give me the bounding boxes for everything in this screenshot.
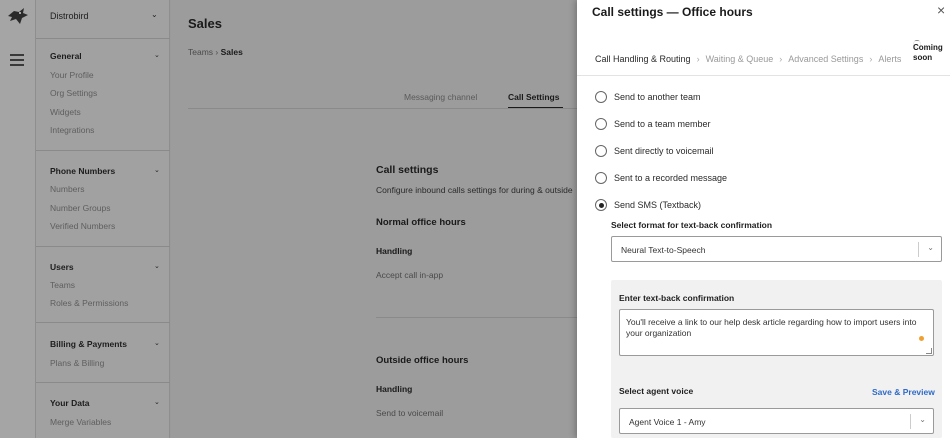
chevron-down-icon[interactable]: ⌄ <box>927 243 934 252</box>
textback-textarea[interactable]: You'll receive a link to our help desk a… <box>619 309 934 356</box>
agent-voice-value: Agent Voice 1 - Amy <box>629 417 706 427</box>
normal-handling-value: Accept call in-app <box>376 270 444 280</box>
sidebar-item-roles-permissions[interactable]: Roles & Permissions <box>50 298 128 308</box>
sidebar-item-plans-billing[interactable]: Plans & Billing <box>50 358 104 368</box>
sidebar-item-verified-numbers[interactable]: Verified Numbers <box>50 221 115 231</box>
step-alerts[interactable]: Alerts <box>878 54 901 64</box>
agent-voice-label: Select agent voice <box>619 386 694 396</box>
sidebar-section-general[interactable]: General <box>50 51 82 61</box>
textback-label: Enter text-back confirmation <box>619 293 735 303</box>
chevron-down-icon[interactable]: ⌄ <box>151 10 158 19</box>
main-content: Sales Teams › Sales Messaging channel Ca… <box>171 0 577 438</box>
radio-button[interactable] <box>595 172 607 184</box>
format-label: Select format for text-back confirmation <box>611 220 773 230</box>
sidebar-item-your-profile[interactable]: Your Profile <box>50 70 94 80</box>
format-value: Neural Text-to-Speech <box>621 245 706 255</box>
chevron-down-icon[interactable]: ⌄ <box>154 166 160 174</box>
step-separator: › <box>869 54 873 64</box>
section-divider <box>376 317 577 318</box>
hamburger-menu-icon[interactable] <box>10 54 24 66</box>
radio-button[interactable] <box>595 145 607 157</box>
textback-text: You'll receive a link to our help desk a… <box>626 317 917 338</box>
panel-title: Call settings — Office hours <box>592 5 753 19</box>
divider <box>36 322 170 323</box>
close-icon[interactable]: × <box>937 2 945 18</box>
radio-button-selected[interactable] <box>595 199 607 211</box>
sidebar-item-widgets[interactable]: Widgets <box>50 107 81 117</box>
outside-hours-heading: Outside office hours <box>376 355 469 366</box>
format-select[interactable]: Neural Text-to-Speech ⌄ <box>611 236 942 262</box>
sidebar-section-phone-numbers[interactable]: Phone Numbers <box>50 166 115 176</box>
icon-rail <box>0 0 36 438</box>
divider <box>36 38 170 39</box>
step-separator: › <box>779 54 783 64</box>
sidebar-item-integrations[interactable]: Integrations <box>50 125 94 135</box>
option-label: Sent directly to voicemail <box>614 146 714 156</box>
sidebar-item-number-groups[interactable]: Number Groups <box>50 203 110 213</box>
tabs-divider <box>188 108 577 109</box>
tab-call-settings[interactable]: Call Settings <box>508 92 559 102</box>
chevron-down-icon[interactable]: ⌄ <box>919 415 926 424</box>
coming-soon-badge: Coming soon <box>913 41 945 63</box>
step-waiting-queue[interactable]: Waiting & Queue <box>706 54 774 64</box>
office-hours-panel: Call settings — Office hours × Call Hand… <box>577 0 950 438</box>
resize-handle-icon[interactable] <box>926 348 932 354</box>
select-separator <box>918 242 919 257</box>
chevron-down-icon[interactable]: ⌄ <box>154 398 160 406</box>
select-separator <box>910 414 911 429</box>
outside-handling-label: Handling <box>376 384 413 394</box>
radio-button[interactable] <box>595 91 607 103</box>
page-title: Sales <box>188 16 222 31</box>
option-send-sms-textback[interactable]: Send SMS (Textback) <box>595 198 701 212</box>
option-send-to-another-team[interactable]: Send to another team <box>595 90 701 104</box>
settings-sidebar: Distrobird ⌄ General ⌄ Your Profile Org … <box>36 0 170 438</box>
sidebar-item-org-settings[interactable]: Org Settings <box>50 88 97 98</box>
step-separator: › <box>696 54 700 64</box>
option-send-to-team-member[interactable]: Send to a team member <box>595 117 711 131</box>
sidebar-item-teams[interactable]: Teams <box>50 280 75 290</box>
bird-logo-icon[interactable] <box>6 7 30 27</box>
option-label: Send to another team <box>614 92 701 102</box>
chevron-down-icon[interactable]: ⌄ <box>154 339 160 347</box>
sidebar-item-numbers[interactable]: Numbers <box>50 184 84 194</box>
option-label: Sent to a recorded message <box>614 173 728 183</box>
textback-settings-box: Enter text-back confirmation You'll rece… <box>611 280 942 438</box>
workspace-name[interactable]: Distrobird <box>50 11 89 21</box>
call-settings-heading: Call settings <box>376 164 439 176</box>
breadcrumb-separator: › <box>215 47 219 57</box>
step-navigation: Call Handling & Routing › Waiting & Queue ›… <box>595 54 947 64</box>
sidebar-section-your-data[interactable]: Your Data <box>50 398 90 408</box>
call-settings-description: Configure inbound calls settings for dur… <box>376 185 573 195</box>
panel-divider <box>577 75 950 76</box>
radio-button[interactable] <box>595 118 607 130</box>
step-call-handling[interactable]: Call Handling & Routing <box>595 54 691 64</box>
divider <box>36 382 170 383</box>
tab-messaging-channel[interactable]: Messaging channel <box>404 92 477 102</box>
option-sent-to-voicemail[interactable]: Sent directly to voicemail <box>595 144 714 158</box>
normal-hours-heading: Normal office hours <box>376 217 466 228</box>
divider <box>36 150 170 151</box>
normal-handling-label: Handling <box>376 246 413 256</box>
step-advanced-settings[interactable]: Advanced Settings <box>788 54 863 64</box>
breadcrumb: Teams › Sales <box>188 47 243 57</box>
sidebar-section-billing[interactable]: Billing & Payments <box>50 339 127 349</box>
option-label: Send SMS (Textback) <box>614 200 702 210</box>
outside-handling-value: Send to voicemail <box>376 408 444 418</box>
divider <box>36 246 170 247</box>
option-sent-to-recorded-message[interactable]: Sent to a recorded message <box>595 171 727 185</box>
chevron-down-icon[interactable]: ⌄ <box>154 51 160 59</box>
chevron-down-icon[interactable]: ⌄ <box>154 262 160 270</box>
option-label: Send to a team member <box>614 119 711 129</box>
agent-voice-select[interactable]: Agent Voice 1 - Amy ⌄ <box>619 408 934 434</box>
save-preview-link[interactable]: Save & Preview <box>872 387 935 397</box>
sidebar-section-users[interactable]: Users <box>50 262 74 272</box>
sidebar-item-merge-variables[interactable]: Merge Variables <box>50 417 111 427</box>
breadcrumb-current: Sales <box>220 47 243 57</box>
breadcrumb-parent[interactable]: Teams <box>188 47 213 57</box>
status-dot-icon <box>919 336 924 341</box>
